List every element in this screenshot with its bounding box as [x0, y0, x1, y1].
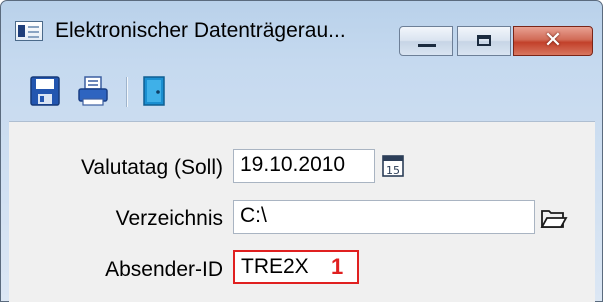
print-icon — [78, 76, 108, 106]
window-title: Elektronischer Datenträgerau... — [55, 19, 346, 42]
svg-text:15: 15 — [386, 164, 400, 177]
sender-id-value: TRE2X — [241, 255, 309, 278]
toolbar — [9, 67, 599, 117]
directory-field[interactable]: C:\ — [233, 200, 535, 234]
calendar-icon: 15 — [382, 155, 404, 177]
minimize-icon — [418, 44, 436, 47]
save-icon — [30, 76, 60, 106]
minimize-button[interactable] — [399, 26, 453, 56]
print-button[interactable] — [77, 75, 111, 109]
directory-label: Verzeichnis — [115, 207, 223, 230]
folder-open-icon — [540, 210, 568, 228]
maximize-icon — [477, 35, 491, 46]
sender-id-field[interactable]: TRE2X 1 — [233, 250, 359, 284]
exit-door-icon — [143, 76, 165, 106]
app-icon[interactable] — [15, 21, 43, 41]
sender-id-label: Absender-ID — [105, 258, 223, 281]
app-window: Elektronischer Datenträgerau... ✕ Valuta… — [0, 0, 603, 302]
save-button[interactable] — [29, 75, 63, 109]
exit-button[interactable] — [139, 75, 173, 109]
toolbar-separator — [126, 77, 128, 107]
valuta-label: Valutatag (Soll) — [80, 156, 223, 179]
valuta-date-field[interactable]: 19.10.2010 — [233, 149, 375, 183]
annotation-marker: 1 — [331, 254, 344, 279]
title-bar[interactable]: Elektronischer Datenträgerau... ✕ — [1, 1, 602, 63]
close-button[interactable]: ✕ — [513, 26, 593, 56]
close-icon: ✕ — [543, 28, 563, 53]
calendar-button[interactable]: 15 — [377, 150, 409, 182]
form-panel: Valutatag (Soll) 19.10.2010 15 Verzeichn… — [9, 121, 595, 302]
maximize-button[interactable] — [457, 26, 511, 56]
browse-folder-button[interactable] — [537, 201, 569, 233]
